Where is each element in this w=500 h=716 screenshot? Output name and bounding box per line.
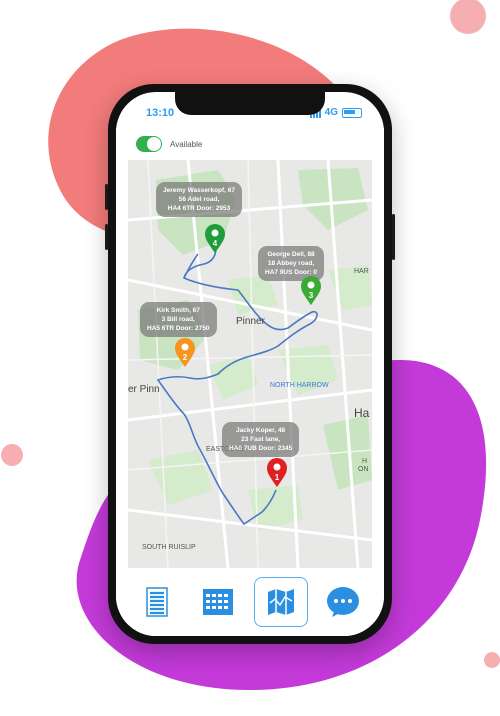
- availability-label: Available: [170, 139, 203, 149]
- place-har-partial: HAR: [354, 268, 369, 275]
- svg-text:4: 4: [213, 239, 218, 248]
- power-button: [392, 214, 395, 260]
- tab-map[interactable]: [253, 577, 308, 627]
- stop-2-pin[interactable]: 2: [174, 338, 196, 368]
- volume-down-button: [105, 224, 108, 250]
- place-north-harrow: NORTH HARROW: [270, 382, 329, 389]
- stop-4-label[interactable]: Jeremy Wasserkopf, 67 56 Adel road, HA4 …: [156, 182, 243, 217]
- battery-icon: [342, 107, 362, 118]
- svg-text:2: 2: [183, 353, 188, 362]
- notch: [175, 92, 325, 115]
- phone-screen: 13:10 4G Available Pinner NORTH HARROW S…: [116, 92, 384, 636]
- chat-icon: [327, 587, 360, 617]
- bottom-tab-bar: [116, 568, 384, 636]
- place-south-ruislip: SOUTH RUISLIP: [142, 544, 196, 551]
- map-view[interactable]: Pinner NORTH HARROW EASTCOTE SOUTH RUISL…: [128, 160, 372, 568]
- list-icon: [146, 587, 168, 617]
- stop-4-pin[interactable]: 4: [204, 224, 226, 254]
- stop-2-label[interactable]: Kirk Smith, 67 3 Bill road, HA5 6TR Door…: [140, 302, 217, 337]
- volume-up-button: [105, 184, 108, 210]
- place-h-partial: H: [362, 458, 368, 465]
- tab-calendar[interactable]: [192, 578, 244, 626]
- place-harrow-partial: Ha: [354, 406, 370, 420]
- stop-3-pin[interactable]: 3: [300, 276, 322, 306]
- stop-1-label[interactable]: Jacky Koper, 48 23 Fast lane, HA0 7UB Do…: [222, 422, 300, 457]
- calendar-icon: [203, 589, 234, 615]
- svg-text:3: 3: [309, 291, 314, 300]
- svg-text:1: 1: [275, 473, 280, 482]
- tab-chat[interactable]: [317, 578, 369, 626]
- tab-list[interactable]: [131, 578, 183, 626]
- network-label: 4G: [324, 107, 338, 118]
- place-on-partial: ON: [358, 466, 369, 473]
- availability-bar: Available: [116, 128, 384, 160]
- availability-toggle[interactable]: [136, 136, 162, 152]
- map-base: [128, 160, 372, 568]
- place-pinner: Pinner: [236, 316, 265, 327]
- phone-frame: 13:10 4G Available Pinner NORTH HARROW S…: [105, 84, 395, 644]
- map-icon: [267, 589, 294, 615]
- status-time: 13:10: [146, 107, 175, 119]
- place-pinn-partial: er Pinn: [128, 384, 160, 395]
- stop-1-pin[interactable]: 1: [266, 458, 288, 488]
